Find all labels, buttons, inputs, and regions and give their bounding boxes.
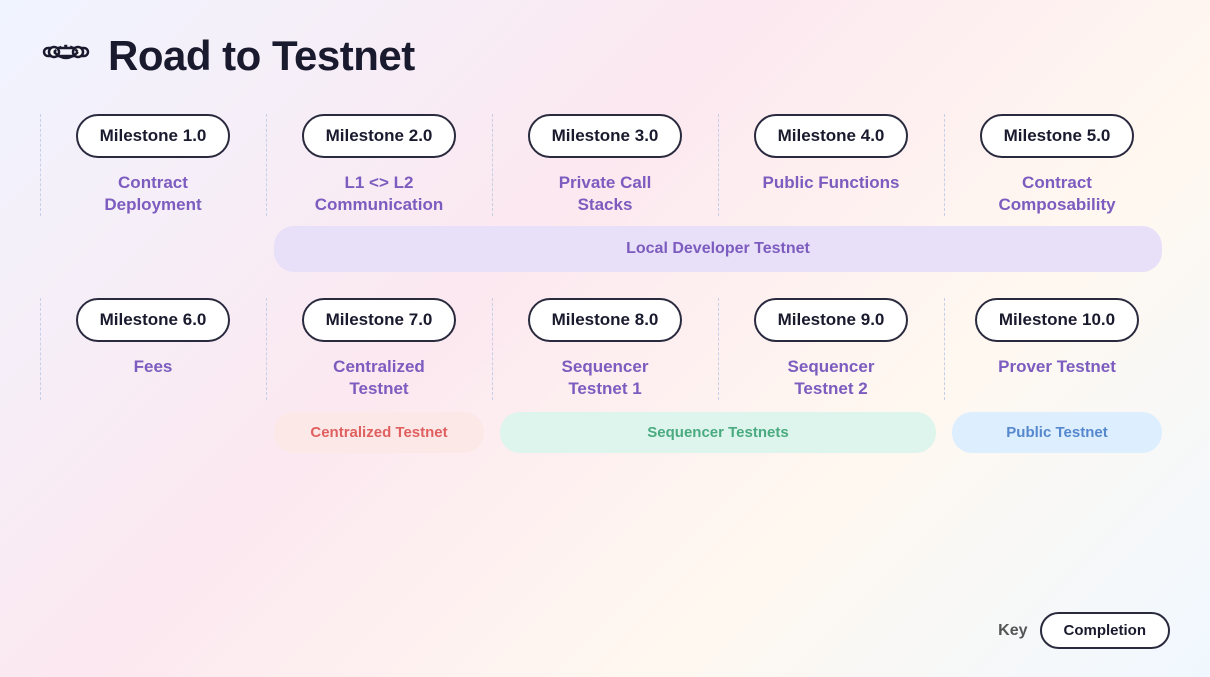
public-testnet-cell: Public Testnet <box>944 412 1170 453</box>
milestone-badge-10: Milestone 10.0 <box>975 298 1139 342</box>
milestone-col-4: Milestone 4.0 Public Functions <box>718 114 944 216</box>
completion-badge: Completion <box>1040 612 1171 649</box>
page: Road to Testnet Milestone 1.0 ContractDe… <box>0 0 1210 677</box>
local-developer-testnet-banner: Local Developer Testnet <box>274 226 1162 272</box>
milestone-label-9: SequencerTestnet 2 <box>788 356 875 400</box>
milestone-col-1: Milestone 1.0 ContractDeployment <box>40 114 266 216</box>
milestone-label-1: ContractDeployment <box>104 172 201 216</box>
milestone-badge-1: Milestone 1.0 <box>76 114 231 158</box>
milestone-badge-3: Milestone 3.0 <box>528 114 683 158</box>
milestone-col-5: Milestone 5.0 ContractComposability <box>944 114 1170 216</box>
milestone-label-2: L1 <> L2Communication <box>315 172 443 216</box>
milestone-label-6: Fees <box>134 356 173 400</box>
sequencer-testnets-sub-banner: Sequencer Testnets <box>500 412 936 453</box>
centralized-testnet-cell: Centralized Testnet <box>266 412 492 453</box>
milestone-badge-4: Milestone 4.0 <box>754 114 909 158</box>
milestone-badge-7: Milestone 7.0 <box>302 298 457 342</box>
key-label: Key <box>998 622 1027 640</box>
milestone-label-7: CentralizedTestnet <box>333 356 425 400</box>
milestone-badge-2: Milestone 2.0 <box>302 114 457 158</box>
milestone-label-4: Public Functions <box>763 172 900 216</box>
milestone-col-3: Milestone 3.0 Private CallStacks <box>492 114 718 216</box>
milestone-badge-8: Milestone 8.0 <box>528 298 683 342</box>
milestone-col-10: Milestone 10.0 Prover Testnet <box>944 298 1170 400</box>
milestone-col-9: Milestone 9.0 SequencerTestnet 2 <box>718 298 944 400</box>
milestone-col-8: Milestone 8.0 SequencerTestnet 1 <box>492 298 718 400</box>
sequencer-testnets-cell: Sequencer Testnets <box>492 412 944 453</box>
milestone-badge-5: Milestone 5.0 <box>980 114 1135 158</box>
milestone-col-6: Milestone 6.0 Fees <box>40 298 266 400</box>
public-testnet-sub-banner: Public Testnet <box>952 412 1162 453</box>
milestone-label-5: ContractComposability <box>998 172 1115 216</box>
milestone-label-3: Private CallStacks <box>559 172 652 216</box>
page-title: Road to Testnet <box>108 32 415 80</box>
key-section: Key Completion <box>998 612 1170 649</box>
milestone-badge-6: Milestone 6.0 <box>76 298 231 342</box>
road-to-testnet-icon <box>40 30 92 82</box>
header: Road to Testnet <box>40 30 1170 82</box>
milestone-label-10: Prover Testnet <box>998 356 1116 400</box>
milestone-label-8: SequencerTestnet 1 <box>562 356 649 400</box>
milestone-badge-9: Milestone 9.0 <box>754 298 909 342</box>
milestone-col-7: Milestone 7.0 CentralizedTestnet <box>266 298 492 400</box>
centralized-testnet-sub-banner: Centralized Testnet <box>274 412 484 453</box>
milestone-col-2: Milestone 2.0 L1 <> L2Communication <box>266 114 492 216</box>
